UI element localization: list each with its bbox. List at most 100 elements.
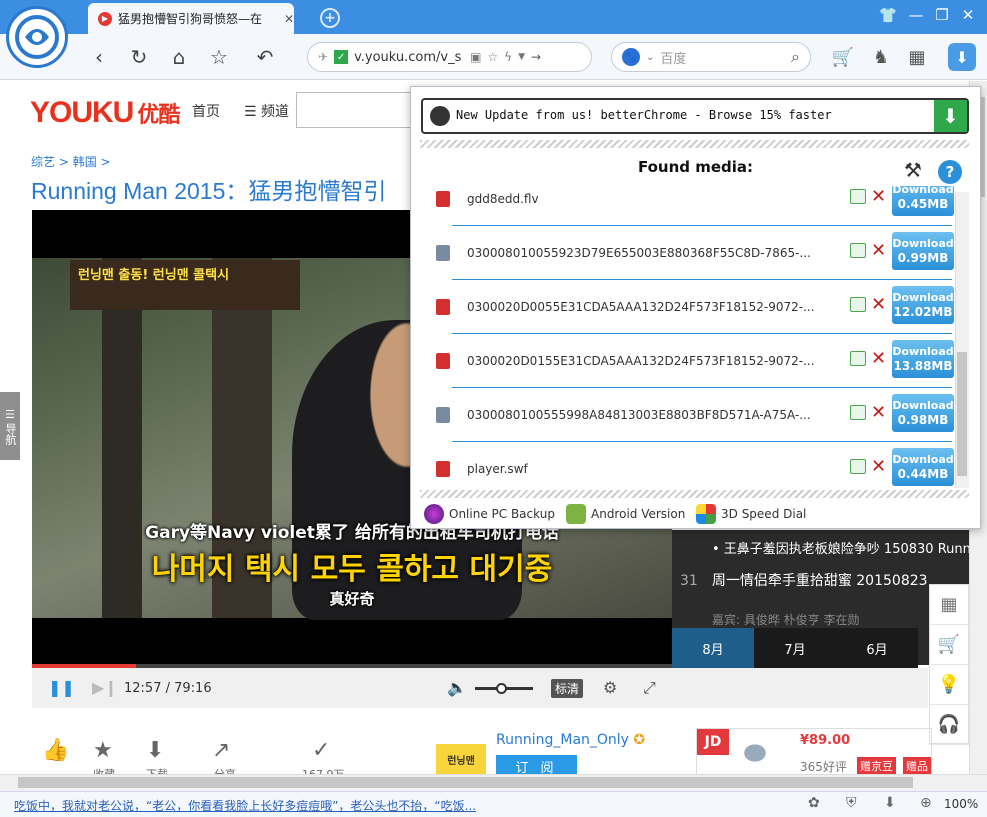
qrcode-icon[interactable]: ▦: [929, 585, 969, 625]
address-bar[interactable]: ✈ ✓ v.youku.com/v_s ▣ ☆ ϟ ▼ →: [307, 42, 592, 72]
volume-icon[interactable]: 🔈: [447, 678, 467, 697]
copy-link-icon[interactable]: [850, 297, 866, 312]
delete-icon[interactable]: ✕: [871, 294, 886, 315]
copy-link-icon[interactable]: [850, 405, 866, 420]
update-download-icon[interactable]: ⬇: [934, 100, 967, 132]
channel-logo[interactable]: 런닝맨: [436, 744, 486, 774]
row-separator: [452, 225, 952, 226]
zoom-icon[interactable]: ⊕: [920, 795, 932, 811]
pause-button[interactable]: ❚❚: [48, 678, 75, 697]
tab-close-icon[interactable]: ✕: [284, 12, 294, 26]
back-button[interactable]: ‹: [86, 44, 112, 70]
quality-button[interactable]: 标清: [551, 679, 584, 698]
delete-icon[interactable]: ✕: [871, 240, 886, 261]
undo-close-button[interactable]: ↶: [252, 44, 278, 70]
download-manager-icon[interactable]: ⬇: [884, 795, 896, 811]
extensions-grid-icon[interactable]: ▦: [904, 44, 930, 70]
volume-knob[interactable]: [496, 683, 507, 694]
copy-link-icon[interactable]: [850, 189, 866, 204]
help-icon[interactable]: ?: [938, 160, 962, 184]
android-version-link[interactable]: Android Version: [591, 507, 685, 521]
horizontal-scroll-thumb[interactable]: [18, 777, 913, 788]
menu-icon: ☰: [244, 104, 262, 120]
settings-gear-icon[interactable]: ⚙: [603, 678, 617, 697]
next-button[interactable]: ▶❙: [92, 678, 118, 697]
shopping-cart-icon[interactable]: 🛒: [929, 625, 969, 665]
new-tab-button[interactable]: +: [320, 8, 340, 28]
tools-icon[interactable]: ⚒: [904, 158, 922, 182]
download-button[interactable]: Download 0.99MB: [892, 232, 954, 270]
side-nav-label: 导航: [4, 422, 17, 445]
youku-logo[interactable]: YOUKU 优酷: [30, 96, 180, 130]
nav-channel-link[interactable]: ☰ 频道: [244, 101, 289, 121]
video-downloader-icon[interactable]: ⬇: [948, 43, 976, 71]
delete-icon[interactable]: ✕: [871, 186, 886, 207]
download-button[interactable]: Download 12.02MB: [892, 286, 954, 324]
speed-dial-icon[interactable]: [696, 504, 716, 524]
month-tab[interactable]: 6月: [836, 628, 918, 668]
refresh-button[interactable]: ↻: [126, 44, 152, 70]
online-backup-link[interactable]: Online PC Backup: [449, 507, 555, 521]
download-button[interactable]: Download 0.45MB: [892, 186, 954, 216]
favorites-star-button[interactable]: ☆: [206, 44, 232, 70]
favorites-icon[interactable]: ✿: [808, 795, 820, 811]
adblock-icon[interactable]: ♞: [868, 44, 894, 70]
popup-scroll-thumb[interactable]: [957, 352, 967, 476]
status-news-link[interactable]: 吃饭中，我就对老公说，“老公，你看看我脸上长好多痘痘哦”，老公头也不抬，“吃饭.…: [14, 797, 476, 814]
row-separator: [452, 387, 952, 388]
download-icon[interactable]: ⬇: [146, 738, 164, 763]
search-icon[interactable]: ⌕: [791, 47, 800, 67]
breadcrumb-variety[interactable]: 综艺: [31, 155, 55, 169]
android-icon[interactable]: [566, 504, 586, 524]
engine-dropdown-icon[interactable]: ⌄: [646, 52, 654, 63]
close-window-button[interactable]: ✕: [956, 4, 980, 26]
download-button[interactable]: Download 13.88MB: [892, 340, 954, 378]
headset-icon[interactable]: 🎧: [929, 705, 969, 745]
site-search-input[interactable]: [296, 92, 416, 128]
month-tab[interactable]: 7月: [754, 628, 836, 668]
breadcrumb-korea[interactable]: 韩国: [73, 155, 97, 169]
copy-link-icon[interactable]: [850, 351, 866, 366]
favorite-icon[interactable]: ★: [93, 738, 113, 763]
address-url: v.youku.com/v_s: [354, 49, 462, 65]
download-button[interactable]: Download 0.44MB: [892, 448, 954, 486]
month-tab[interactable]: 8月: [672, 628, 754, 668]
dropdown-icon[interactable]: ▼: [518, 52, 525, 62]
backup-icon[interactable]: [424, 504, 444, 524]
baidu-paw-icon[interactable]: 🐾: [622, 48, 640, 66]
maximize-button[interactable]: ❐: [930, 4, 954, 26]
playlist-item[interactable]: 31 周一情侣牵手重拾甜蜜 20150823: [672, 570, 969, 590]
download-button[interactable]: Download 0.98MB: [892, 394, 954, 432]
like-icon[interactable]: 👍: [42, 738, 69, 763]
subtitle-kr: 나머지 택시 모두 콜하고 대기중: [151, 552, 553, 587]
tab-youku[interactable]: ▶ 猛男抱懵智引狗哥愤怒—在 ✕: [88, 3, 294, 34]
flash-icon[interactable]: ϟ: [504, 50, 512, 64]
speed-dial-link[interactable]: 3D Speed Dial: [721, 507, 806, 521]
copy-link-icon[interactable]: [850, 459, 866, 474]
skin-icon[interactable]: 👕: [876, 4, 900, 26]
logo-cn: 优酷: [137, 102, 180, 127]
delete-icon[interactable]: ✕: [871, 402, 886, 423]
browser-logo-icon[interactable]: [6, 6, 68, 68]
side-nav-tab[interactable]: ☰ 导航: [0, 392, 20, 460]
fullscreen-icon[interactable]: ⤢: [643, 678, 656, 698]
lightbulb-icon[interactable]: 💡: [929, 665, 969, 705]
time-readout: 12:57 / 79:16: [124, 681, 212, 696]
home-button[interactable]: ⌂: [166, 44, 192, 70]
zoom-level[interactable]: 100%: [944, 797, 978, 811]
search-box[interactable]: 🐾 ⌄ 百度 ⌕: [611, 42, 811, 72]
nav-home-link[interactable]: 首页: [192, 101, 220, 121]
shield-icon[interactable]: ⛨: [846, 795, 857, 811]
bookmark-star-icon[interactable]: ☆: [487, 50, 498, 64]
channel-name[interactable]: Running_Man_Only ✪: [496, 732, 645, 748]
delete-icon[interactable]: ✕: [871, 348, 886, 369]
share-icon[interactable]: ↗: [212, 738, 230, 763]
reader-icon[interactable]: ▣: [470, 50, 481, 64]
go-arrow-icon[interactable]: →: [531, 50, 541, 64]
cart-icon[interactable]: 🛒: [830, 44, 856, 70]
copy-link-icon[interactable]: [850, 243, 866, 258]
download-button-label: Download: [892, 399, 954, 412]
playlist-item[interactable]: • 王鼻子羞因执老板娘险争吵 150830 Running: [672, 538, 969, 557]
minimize-button[interactable]: —: [904, 4, 928, 26]
delete-icon[interactable]: ✕: [871, 456, 886, 477]
